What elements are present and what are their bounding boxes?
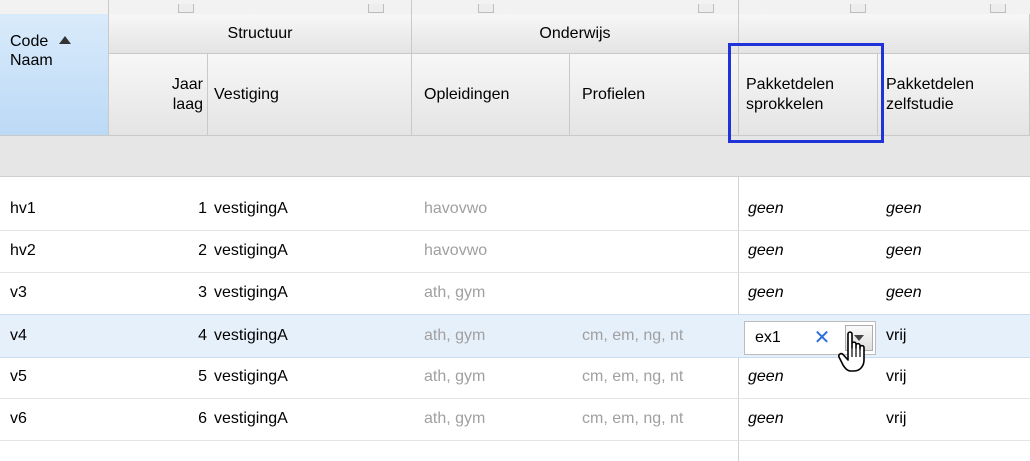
hand-pointer-icon bbox=[838, 331, 865, 372]
column-resize-handle[interactable] bbox=[850, 4, 866, 13]
cell-opleidingen: havovwo bbox=[424, 200, 488, 217]
cell-vestiging: vestigingA bbox=[214, 410, 288, 427]
cell-code: v3 bbox=[10, 284, 27, 301]
header-jaar-label: Jaar bbox=[171, 75, 203, 93]
table-row[interactable]: hv2 2 vestigingA havovwo geen geen bbox=[0, 230, 1030, 273]
column-resize-handle[interactable] bbox=[990, 4, 1006, 13]
cell-zelfstudie: vrij bbox=[886, 368, 907, 385]
table-row[interactable]: v5 5 vestigingA ath, gym cm, em, ng, nt … bbox=[0, 356, 1030, 399]
cell-zelfstudie: geen bbox=[886, 200, 922, 217]
cell-zelfstudie: vrij bbox=[886, 410, 907, 427]
cell-sprokkelen: geen bbox=[748, 410, 784, 427]
cell-sprokkelen: geen bbox=[748, 284, 784, 301]
table-row[interactable]: v3 3 vestigingA ath, gym geen geen bbox=[0, 272, 1030, 315]
column-resize-handle[interactable] bbox=[478, 4, 494, 13]
table-row[interactable]: v6 6 vestigingA ath, gym cm, em, ng, nt … bbox=[0, 398, 1030, 441]
cell-jaarlaag: 6 bbox=[198, 410, 207, 427]
cell-sprokkelen: geen bbox=[748, 368, 784, 385]
cell-opleidingen: ath, gym bbox=[424, 327, 486, 344]
table-row[interactable]: hv1 1 vestigingA havovwo geen geen bbox=[0, 188, 1030, 231]
group-label-structuur: Structuur bbox=[227, 24, 293, 42]
cell-jaarlaag: 3 bbox=[198, 284, 207, 301]
header-pakketdelen-label: Pakketdelen bbox=[886, 75, 975, 93]
clear-icon[interactable]: ✕ bbox=[810, 328, 834, 348]
cell-code: v6 bbox=[10, 410, 27, 427]
cell-opleidingen: ath, gym bbox=[424, 368, 486, 385]
column-header-profielen[interactable]: Profielen bbox=[570, 54, 739, 136]
cell-vestiging: vestigingA bbox=[214, 242, 288, 259]
cell-profielen: cm, em, ng, nt bbox=[582, 327, 684, 344]
cell-sprokkelen: geen bbox=[748, 200, 784, 217]
group-label-onderwijs: Onderwijs bbox=[539, 24, 611, 42]
cell-zelfstudie: vrij bbox=[886, 327, 907, 344]
cell-zelfstudie: geen bbox=[886, 242, 922, 259]
column-highlight-box bbox=[728, 43, 884, 143]
header-profielen-label: Profielen bbox=[582, 85, 646, 103]
cell-opleidingen: havovwo bbox=[424, 242, 488, 259]
column-header-pakketdelen-zelfstudie[interactable]: Pakketdelen zelfstudie bbox=[878, 54, 1030, 136]
header-naam-label: Naam bbox=[10, 52, 53, 69]
data-grid: Code Naam Structuur Onderwijs Jaar laag … bbox=[0, 0, 1030, 461]
cell-jaarlaag: 1 bbox=[198, 200, 207, 217]
cell-sprokkelen: geen bbox=[748, 242, 784, 259]
header-vestiging-label: Vestiging bbox=[214, 85, 279, 103]
header-top-strip bbox=[0, 0, 1030, 15]
cell-zelfstudie: geen bbox=[886, 284, 922, 301]
header-code-label: Code bbox=[10, 33, 49, 50]
cell-opleidingen: ath, gym bbox=[424, 410, 486, 427]
cell-opleidingen: ath, gym bbox=[424, 284, 486, 301]
cell-code: v5 bbox=[10, 368, 27, 385]
cell-vestiging: vestigingA bbox=[214, 284, 288, 301]
column-resize-handle[interactable] bbox=[698, 4, 714, 13]
column-separator bbox=[411, 0, 412, 14]
column-separator bbox=[108, 0, 109, 14]
sort-ascending-icon bbox=[58, 36, 71, 44]
cell-jaarlaag: 4 bbox=[198, 327, 207, 344]
column-header-opleidingen[interactable]: Opleidingen bbox=[412, 54, 570, 136]
header-opleidingen-label: Opleidingen bbox=[424, 85, 510, 103]
cell-jaarlaag: 5 bbox=[198, 368, 207, 385]
cell-jaarlaag: 2 bbox=[198, 242, 207, 259]
column-resize-handle[interactable] bbox=[178, 4, 194, 13]
cell-profielen: cm, em, ng, nt bbox=[582, 410, 684, 427]
cell-code: hv2 bbox=[10, 242, 36, 259]
cell-vestiging: vestigingA bbox=[214, 200, 288, 217]
cell-code: hv1 bbox=[10, 200, 36, 217]
cell-code: v4 bbox=[10, 327, 27, 344]
combobox-value[interactable]: ex1 bbox=[745, 329, 810, 347]
header-zelfstudie-label: zelfstudie bbox=[886, 95, 954, 113]
column-separator bbox=[738, 0, 739, 14]
column-header-jaarlaag[interactable]: Jaar laag bbox=[109, 54, 208, 136]
group-header-structuur: Structuur bbox=[109, 14, 412, 54]
cell-vestiging: vestigingA bbox=[214, 327, 288, 344]
header-laag-label: laag bbox=[172, 95, 203, 113]
cell-profielen: cm, em, ng, nt bbox=[582, 368, 684, 385]
column-resize-handle[interactable] bbox=[368, 4, 384, 13]
column-header-vestiging[interactable]: Vestiging bbox=[208, 54, 412, 136]
column-header-code-naam[interactable]: Code Naam bbox=[0, 14, 109, 136]
group-header-onderwijs: Onderwijs bbox=[412, 14, 739, 54]
cell-vestiging: vestigingA bbox=[214, 368, 288, 385]
